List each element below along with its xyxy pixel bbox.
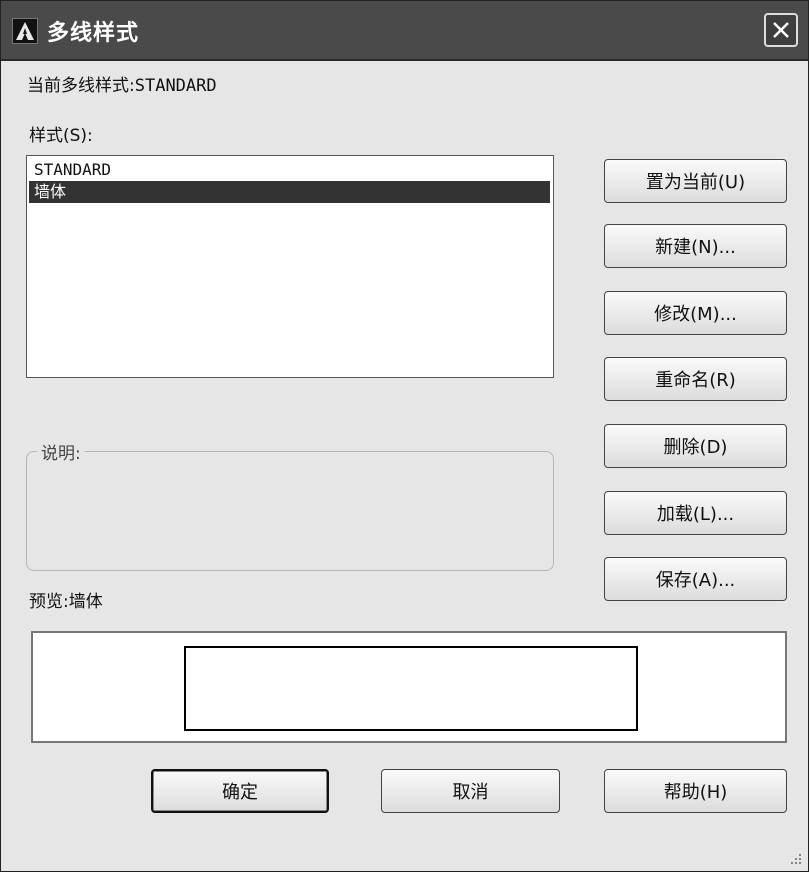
description-groupbox	[26, 451, 554, 571]
current-style-row: 当前多线样式:STANDARD	[27, 71, 217, 96]
styles-listbox[interactable]: STANDARD 墙体	[26, 155, 554, 378]
cancel-button[interactable]: 取消	[381, 769, 560, 813]
ok-button[interactable]: 确定	[151, 769, 329, 813]
close-button[interactable]	[764, 13, 798, 47]
current-style-value: STANDARD	[134, 76, 217, 96]
set-current-button[interactable]: 置为当前(U)	[604, 159, 787, 203]
preview-style-name: 墙体	[68, 592, 103, 612]
new-button[interactable]: 新建(N)...	[604, 224, 787, 268]
preview-pane	[31, 631, 787, 743]
rename-button[interactable]: 重命名(R)	[604, 357, 787, 401]
dialog-title: 多线样式	[47, 21, 140, 46]
help-button[interactable]: 帮助(H)	[604, 769, 787, 813]
multiline-preview-shape	[184, 646, 638, 731]
autocad-logo-icon	[12, 18, 38, 44]
close-icon	[773, 22, 789, 38]
multiline-style-dialog: 多线样式 当前多线样式:STANDARD 样式(S): STANDARD 墙体 …	[0, 0, 809, 872]
styles-label: 样式(S):	[29, 126, 93, 146]
list-item-wall[interactable]: 墙体	[29, 181, 550, 203]
title-bar[interactable]: 多线样式	[1, 1, 808, 61]
list-item-standard[interactable]: STANDARD	[29, 159, 550, 181]
preview-label: 预览:	[29, 592, 69, 612]
preview-row: 预览:墙体	[29, 587, 103, 612]
delete-button[interactable]: 删除(D)	[604, 424, 787, 468]
description-label: 说明:	[37, 439, 85, 464]
load-button[interactable]: 加载(L)...	[604, 491, 787, 535]
current-style-label: 当前多线样式:	[27, 76, 135, 96]
resize-grip-icon[interactable]	[788, 851, 802, 865]
save-button[interactable]: 保存(A)...	[604, 557, 787, 601]
modify-button[interactable]: 修改(M)...	[604, 291, 787, 335]
